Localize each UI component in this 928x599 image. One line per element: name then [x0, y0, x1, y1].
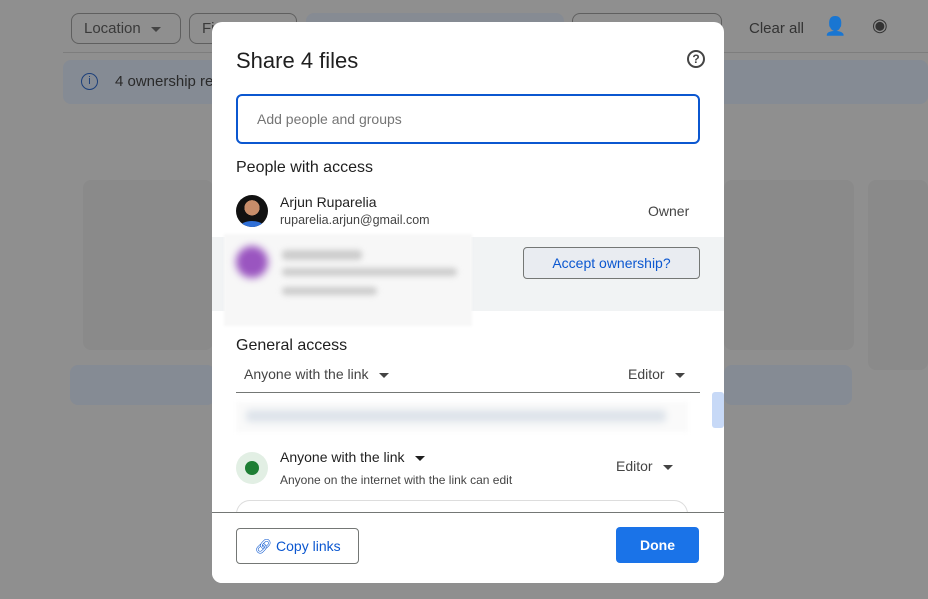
redacted-user — [224, 234, 472, 326]
file-card-footer[interactable] — [70, 365, 215, 405]
redacted-file — [236, 402, 688, 432]
caret-down-icon — [378, 372, 389, 378]
banner-text: 4 ownership re — [115, 73, 214, 90]
copy-links-label: Copy links — [276, 537, 341, 554]
link-icon: 🔗︎ — [254, 537, 277, 554]
caret-down-icon — [674, 372, 685, 378]
file-card[interactable] — [868, 180, 928, 370]
general-access-heading: General access — [236, 337, 348, 354]
people-heading: People with access — [236, 159, 373, 176]
scrollbar[interactable] — [712, 392, 724, 428]
avatar — [236, 195, 268, 227]
dropdown-label: Anyone with the link — [244, 366, 369, 382]
file-card[interactable] — [83, 180, 213, 350]
clear-all-button[interactable]: Clear all — [749, 20, 804, 37]
redacted-text — [282, 287, 377, 295]
link-access-dropdown[interactable]: Anyone with the link — [280, 449, 425, 465]
copy-links-button[interactable]: 🔗︎ Copy links — [236, 528, 359, 564]
filter-label: Location — [84, 20, 141, 37]
dropdown-label: Editor — [616, 458, 653, 474]
dropdown-label: Editor — [628, 366, 665, 382]
file-card-footer[interactable] — [724, 365, 852, 405]
redacted-text — [282, 268, 457, 276]
link-role-dropdown[interactable]: Editor — [616, 458, 673, 474]
file-card[interactable] — [724, 180, 854, 350]
dropdown-label: Anyone with the link — [280, 449, 405, 465]
add-person-icon[interactable]: 👤 — [824, 16, 846, 37]
chevron-down-icon — [150, 26, 161, 32]
dialog-title: Share 4 files — [236, 48, 359, 73]
caret-down-icon — [414, 455, 425, 461]
globe-icon — [236, 452, 268, 484]
owner-name: Arjun Ruparelia — [280, 194, 377, 210]
help-icon[interactable]: ? — [687, 50, 705, 68]
avatar — [236, 246, 268, 278]
owner-role: Owner — [648, 203, 690, 219]
eye-icon[interactable]: ◉ — [872, 15, 888, 36]
info-icon: i — [81, 73, 98, 90]
done-button[interactable]: Done — [616, 527, 699, 563]
accept-ownership-button[interactable]: Accept ownership? — [523, 247, 700, 279]
share-dialog: Share 4 files ? People with access Arjun… — [212, 22, 724, 583]
add-people-input[interactable] — [236, 94, 700, 144]
general-role-dropdown[interactable]: Editor — [628, 366, 685, 382]
redacted-text — [282, 250, 362, 260]
general-access-dropdown[interactable]: Anyone with the link — [244, 366, 389, 382]
link-access-description: Anyone on the internet with the link can… — [280, 473, 513, 487]
location-filter[interactable]: Location — [71, 13, 181, 44]
dialog-footer: 🔗︎ Copy links Done — [212, 512, 724, 583]
owner-email: ruparelia.arjun@gmail.com — [280, 213, 430, 227]
divider — [236, 392, 700, 393]
caret-down-icon — [662, 464, 673, 470]
